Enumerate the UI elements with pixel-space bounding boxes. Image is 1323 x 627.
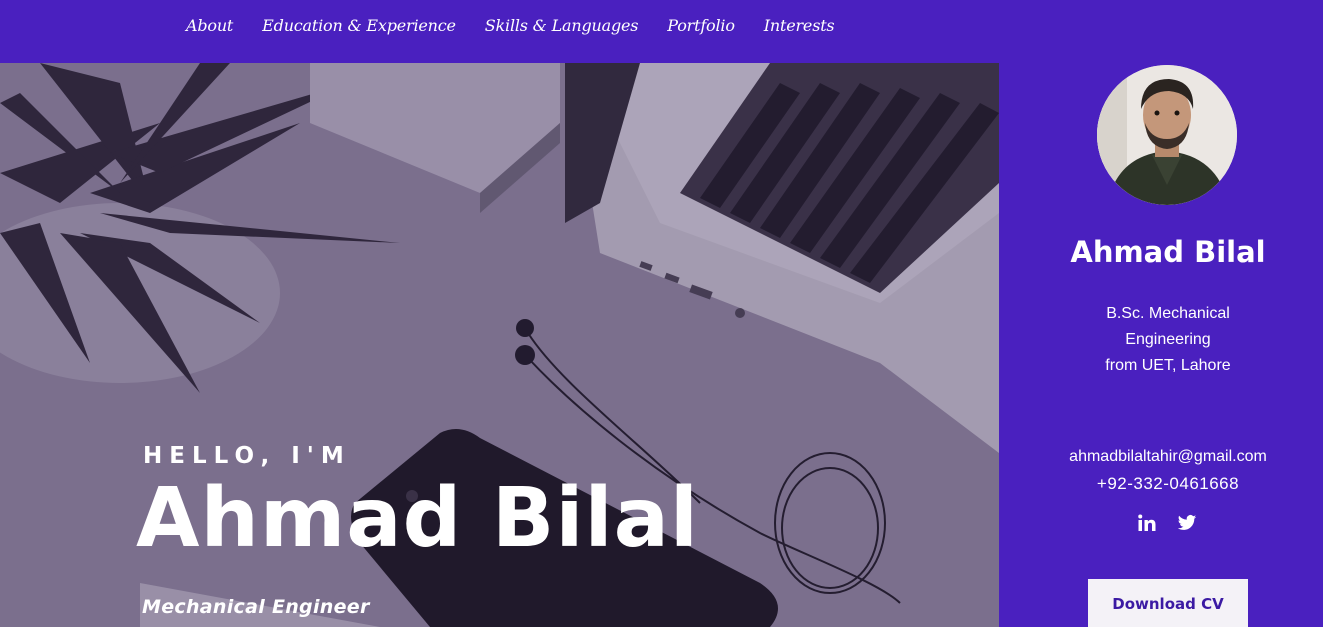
hero-section: HELLO, I'M Ahmad Bilal Mechanical Engine… xyxy=(0,63,999,627)
profile-sidebar: Ahmad Bilal B.Sc. Mechanical Engineering… xyxy=(999,63,1323,627)
hero-name: Ahmad Bilal xyxy=(136,471,700,566)
nav-link-portfolio[interactable]: Portfolio xyxy=(667,16,735,35)
main-nav: About Education & Experience Skills & La… xyxy=(186,16,863,35)
download-cv-button[interactable]: Download CV xyxy=(1088,579,1248,627)
linkedin-icon[interactable] xyxy=(1137,513,1157,533)
social-links xyxy=(1137,513,1197,533)
hero-role: Mechanical Engineer xyxy=(142,596,370,618)
sidebar-name: Ahmad Bilal xyxy=(1070,235,1266,269)
degree-line-1: B.Sc. Mechanical xyxy=(1106,305,1230,322)
sidebar-degree: B.Sc. Mechanical Engineering from UET, L… xyxy=(999,301,1323,379)
sidebar-email[interactable]: ahmadbilaltahir@gmail.com xyxy=(999,448,1323,466)
nav-link-interests[interactable]: Interests xyxy=(764,16,835,35)
hero-greeting: HELLO, I'M xyxy=(143,443,351,469)
degree-line-3: from UET, Lahore xyxy=(1105,357,1231,374)
nav-link-about[interactable]: About xyxy=(186,16,233,35)
sidebar-phone[interactable]: +92-332-0461668 xyxy=(999,474,1323,494)
degree-line-2: Engineering xyxy=(1125,331,1211,348)
profile-photo xyxy=(1097,65,1237,205)
twitter-icon[interactable] xyxy=(1177,513,1197,533)
top-navbar: About Education & Experience Skills & La… xyxy=(0,0,1323,63)
nav-link-skills-languages[interactable]: Skills & Languages xyxy=(485,16,639,35)
avatar xyxy=(1097,65,1237,205)
nav-link-education-experience[interactable]: Education & Experience xyxy=(262,16,456,35)
